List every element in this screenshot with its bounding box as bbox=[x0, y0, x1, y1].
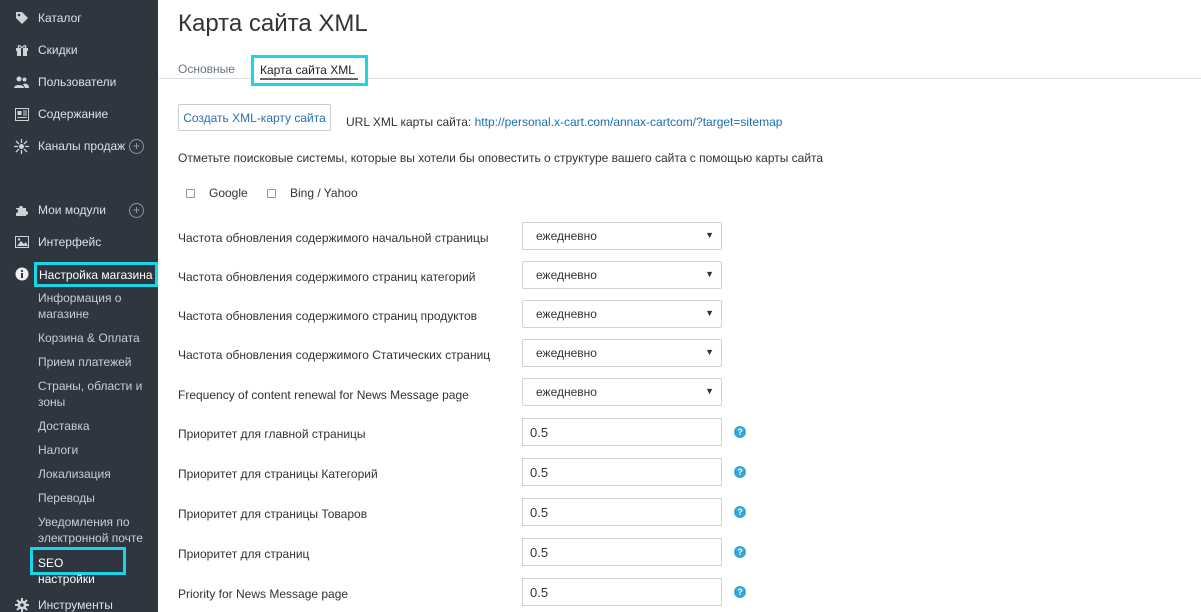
sidebar-item-interface[interactable]: Интерфейс bbox=[0, 231, 158, 253]
sidebar-subitem-shipping[interactable]: Доставка bbox=[38, 418, 150, 434]
bing-yahoo-checkbox-box[interactable] bbox=[267, 188, 276, 198]
sidebar-subitem-countries-zones[interactable]: Страны, области и зоны bbox=[38, 378, 150, 410]
frequency-label-static: Частота обновления содержимого Статическ… bbox=[178, 348, 491, 362]
priority-label-categories: Приоритет для страницы Категорий bbox=[178, 467, 378, 481]
sidebar-subitem-store-info[interactable]: Информация о магазине bbox=[38, 290, 150, 322]
dropdown-arrow-icon: ▼ bbox=[705, 308, 714, 318]
sidebar-item-discounts[interactable]: Скидки bbox=[0, 39, 158, 61]
info-icon bbox=[14, 267, 29, 282]
sidebar-item-content[interactable]: Содержание bbox=[0, 103, 158, 125]
sidebar-subitem-translations[interactable]: Переводы bbox=[38, 490, 150, 506]
add-module-icon[interactable]: + bbox=[129, 202, 144, 218]
priority-label-pages: Приоритет для страниц bbox=[178, 547, 310, 561]
gear-icon bbox=[14, 598, 29, 612]
page-title: Карта сайта XML bbox=[178, 10, 368, 37]
priority-label-products: Приоритет для страницы Товаров bbox=[178, 507, 368, 521]
priority-input-categories[interactable]: 0.5 bbox=[522, 458, 722, 486]
frequency-select-categories[interactable]: ежедневно ▼ bbox=[522, 261, 722, 289]
sidebar-item-tools[interactable]: Инструменты bbox=[0, 594, 158, 612]
frequency-select-news[interactable]: ежедневно ▼ bbox=[522, 378, 722, 406]
frequency-label-categories: Частота обновления содержимого страниц к… bbox=[178, 270, 476, 284]
tab-xml-sitemap[interactable]: Карта сайта XML bbox=[251, 55, 368, 86]
priority-label-news: Priority for News Message page bbox=[178, 587, 349, 601]
bing-yahoo-checkbox-label: Bing / Yahoo bbox=[290, 186, 358, 200]
dropdown-arrow-icon: ▼ bbox=[705, 386, 714, 396]
gift-icon bbox=[14, 43, 29, 58]
priority-input-products[interactable]: 0.5 bbox=[522, 498, 722, 526]
sidebar-subitem-taxes[interactable]: Налоги bbox=[38, 442, 150, 458]
notify-search-engines-text: Отметьте поисковые системы, которые вы х… bbox=[178, 151, 824, 165]
add-sales-channel-icon[interactable]: + bbox=[129, 138, 144, 154]
sitemap-url-label: URL XML карты сайта: bbox=[346, 115, 472, 129]
sidebar-item-my-modules[interactable]: Мои модули + bbox=[0, 199, 158, 221]
sales-channels-icon bbox=[14, 138, 29, 154]
dropdown-arrow-icon: ▼ bbox=[705, 230, 714, 240]
dropdown-arrow-icon: ▼ bbox=[705, 269, 714, 279]
sidebar-item-catalog[interactable]: Каталог bbox=[0, 7, 158, 29]
help-icon[interactable]: ? bbox=[734, 466, 746, 478]
content-icon bbox=[14, 107, 29, 122]
active-tab-indicator bbox=[260, 78, 358, 80]
frequency-select-products[interactable]: ежедневно ▼ bbox=[522, 300, 722, 328]
dropdown-arrow-icon: ▼ bbox=[705, 347, 714, 357]
generate-sitemap-button[interactable]: Создать XML-карту сайта bbox=[178, 104, 331, 131]
help-icon[interactable]: ? bbox=[734, 426, 746, 438]
users-icon bbox=[14, 75, 29, 90]
main-content: Карта сайта XML Основные Карта сайта XML… bbox=[158, 0, 1201, 612]
priority-input-pages[interactable]: 0.5 bbox=[522, 538, 722, 566]
sidebar-item-sales-channels[interactable]: Каналы продаж + bbox=[0, 135, 158, 157]
sidebar-subitem-email-notifications[interactable]: Уведомления по электронной почте bbox=[38, 514, 150, 546]
puzzle-icon bbox=[14, 203, 29, 218]
frequency-select-home[interactable]: ежедневно ▼ bbox=[522, 222, 722, 250]
help-icon[interactable]: ? bbox=[734, 506, 746, 518]
frequency-label-news: Frequency of content renewal for News Me… bbox=[178, 388, 469, 402]
sidebar-item-users[interactable]: Пользователи bbox=[0, 71, 158, 93]
sidebar-subitem-cart-payment[interactable]: Корзина & Оплата bbox=[38, 330, 150, 346]
frequency-label-home: Частота обновления содержимого начальной… bbox=[178, 231, 489, 245]
frequency-select-static[interactable]: ежедневно ▼ bbox=[522, 339, 722, 367]
google-checkbox-box[interactable] bbox=[186, 188, 195, 198]
bing-yahoo-checkbox[interactable]: Bing / Yahoo bbox=[267, 186, 358, 200]
help-icon[interactable]: ? bbox=[734, 546, 746, 558]
priority-label-home: Приоритет для главной страницы bbox=[178, 427, 366, 441]
sidebar-subitem-localization[interactable]: Локализация bbox=[38, 466, 150, 482]
priority-input-news[interactable]: 0.5 bbox=[522, 578, 722, 606]
sidebar-item-store-settings[interactable]: Настройка магазина bbox=[0, 262, 158, 287]
sidebar: Каталог Скидки Пользователи Содержание К… bbox=[0, 0, 158, 612]
help-icon[interactable]: ? bbox=[734, 586, 746, 598]
sitemap-url-line: URL XML карты сайта: http://personal.x-c… bbox=[346, 115, 782, 129]
sidebar-subitem-payment-methods[interactable]: Прием платежей bbox=[38, 354, 150, 370]
image-icon bbox=[14, 235, 29, 250]
priority-input-home[interactable]: 0.5 bbox=[522, 418, 722, 446]
tab-xml-sitemap-label: Карта сайта XML bbox=[260, 63, 355, 77]
tag-icon bbox=[14, 11, 29, 26]
sitemap-url-link[interactable]: http://personal.x-cart.com/annax-cartcom… bbox=[475, 115, 783, 129]
google-checkbox-label: Google bbox=[209, 186, 248, 200]
frequency-label-products: Частота обновления содержимого страниц п… bbox=[178, 309, 478, 323]
google-checkbox[interactable]: Google bbox=[186, 186, 248, 200]
tab-general[interactable]: Основные bbox=[178, 62, 235, 76]
sidebar-subitem-seo-settings[interactable]: SEO настройки bbox=[30, 547, 126, 586]
